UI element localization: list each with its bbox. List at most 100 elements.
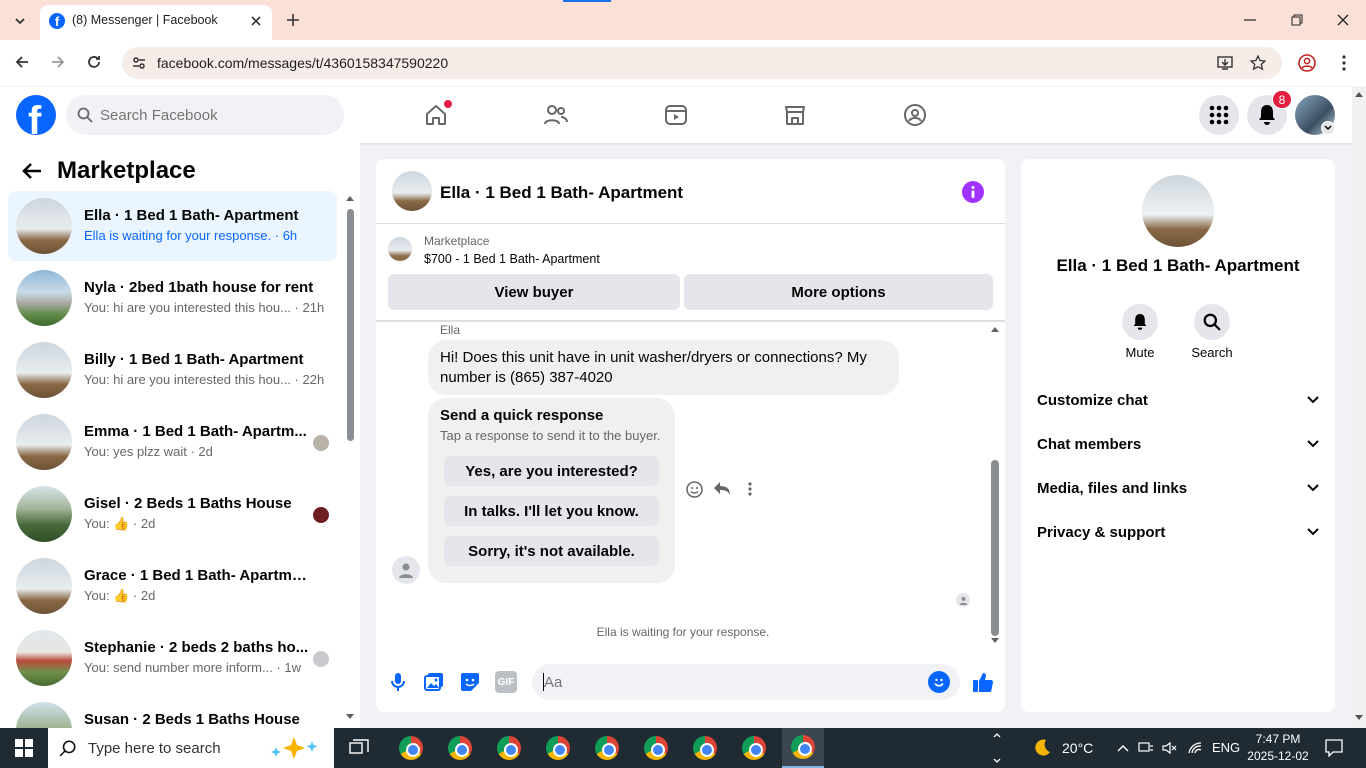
conversation-item[interactable]: Susan · 2 Beds 1 Baths House — [8, 695, 337, 728]
voice-clip-icon[interactable] — [388, 670, 408, 694]
chrome-app-icon[interactable] — [684, 728, 726, 768]
conversation-item[interactable]: Emma · 1 Bed 1 Bath- Apartm... You: yes … — [8, 407, 337, 477]
bookmark-star-icon[interactable] — [1247, 52, 1269, 74]
account-chevron-icon[interactable] — [1321, 121, 1335, 135]
message-composer[interactable] — [532, 664, 960, 700]
taskbar-search-box[interactable]: Type here to search — [48, 728, 334, 768]
tab-indicator — [563, 0, 611, 2]
minimize-icon[interactable] — [1236, 8, 1264, 32]
quick-response-option[interactable]: Sorry, it's not available. — [444, 536, 659, 566]
clock-time[interactable]: 7:47 PM — [1246, 732, 1310, 746]
clock-date[interactable]: 2025-12-02 — [1246, 749, 1310, 763]
volume-muted-icon[interactable] — [1161, 738, 1179, 758]
messages-scrollbar[interactable] — [989, 324, 1001, 649]
privacy-support-section[interactable]: Privacy & support — [1037, 510, 1319, 554]
like-thumb-icon[interactable] — [971, 669, 995, 695]
task-view-icon[interactable] — [346, 736, 372, 760]
restore-icon[interactable] — [1283, 8, 1311, 32]
nav-marketplace-icon[interactable] — [780, 100, 810, 130]
sticker-icon[interactable] — [459, 670, 481, 694]
input-language[interactable]: ENG — [1212, 740, 1240, 755]
chrome-app-icon[interactable] — [488, 728, 530, 768]
chat-members-section[interactable]: Chat members — [1037, 422, 1319, 466]
quick-response-option[interactable]: In talks. I'll let you know. — [444, 496, 659, 526]
weather-moon-icon[interactable] — [1030, 736, 1054, 760]
menu-grid-icon[interactable] — [1199, 95, 1239, 135]
chrome-app-icon[interactable] — [733, 728, 775, 768]
conversation-item[interactable]: Grace · 1 Bed 1 Bath- Apartment You: 👍 ·… — [8, 551, 337, 621]
nav-friends-icon[interactable] — [541, 100, 571, 130]
incoming-message[interactable]: Hi! Does this unit have in unit washer/d… — [428, 340, 899, 395]
profile-icon[interactable] — [1296, 52, 1318, 74]
chrome-app-icon-active[interactable] — [782, 728, 824, 768]
conversation-item[interactable]: Billy · 1 Bed 1 Bath- Apartment You: hi … — [8, 335, 337, 405]
new-tab-icon[interactable] — [281, 8, 305, 32]
install-app-icon[interactable] — [1214, 52, 1236, 74]
conversation-avatar — [16, 342, 72, 398]
temperature-text[interactable]: 20°C — [1062, 740, 1093, 756]
scrollbar-thumb[interactable] — [991, 460, 999, 636]
facebook-logo-icon[interactable]: f — [16, 95, 56, 135]
waiting-status: Ella is waiting for your response. — [596, 625, 770, 639]
nav-home-icon[interactable] — [421, 100, 452, 130]
tab-close-icon[interactable] — [246, 11, 266, 31]
back-arrow-icon[interactable] — [20, 159, 44, 183]
chat-title[interactable]: Ella · 1 Bed 1 Bath- Apartment — [440, 183, 683, 203]
conversation-avatar — [16, 486, 72, 542]
reload-icon[interactable] — [82, 50, 106, 74]
conversation-item[interactable]: Ella · 1 Bed 1 Bath- Apartment Ella is w… — [8, 191, 337, 261]
conversation-name: Grace · 1 Bed 1 Bath- Apartment — [84, 567, 314, 584]
wifi-icon[interactable] — [1186, 738, 1204, 758]
conversation-item[interactable]: Gisel · 2 Beds 1 Baths House You: 👍 · 2d — [8, 479, 337, 549]
listing-description[interactable]: $700 - 1 Bed 1 Bath- Apartment — [424, 252, 600, 266]
facebook-search-input[interactable] — [100, 104, 330, 126]
chrome-app-icon[interactable] — [390, 728, 432, 768]
search-in-chat-icon[interactable] — [1194, 304, 1230, 340]
forward-icon[interactable] — [46, 50, 70, 74]
mute-bell-icon[interactable] — [1122, 304, 1158, 340]
browser-menu-icon[interactable] — [1333, 52, 1355, 74]
back-icon[interactable] — [10, 50, 34, 74]
more-options-button[interactable]: More options — [684, 274, 993, 310]
chrome-app-icon[interactable] — [537, 728, 579, 768]
nav-video-icon[interactable] — [661, 100, 691, 130]
customize-chat-section[interactable]: Customize chat — [1037, 378, 1319, 422]
more-actions-icon[interactable] — [740, 479, 760, 499]
windows-start-icon[interactable] — [0, 728, 48, 768]
chat-info-icon[interactable] — [962, 181, 984, 203]
site-info-icon[interactable] — [128, 52, 150, 74]
sender-name: Ella — [440, 323, 461, 337]
conversation-item[interactable]: Stephanie · 2 beds 2 baths ho... You: se… — [8, 623, 337, 693]
taskbar-search-placeholder: Type here to search — [88, 740, 221, 757]
media-files-links-section[interactable]: Media, files and links — [1037, 466, 1319, 510]
quick-response-option[interactable]: Yes, are you interested? — [444, 456, 659, 486]
tab-search-icon[interactable] — [8, 9, 32, 33]
address-bar[interactable]: facebook.com/messages/t/4360158347590220 — [122, 47, 1282, 79]
conversation-item[interactable]: Nyla · 2bed 1bath house for rent You: hi… — [8, 263, 337, 333]
section-label: Customize chat — [1037, 391, 1148, 409]
browser-tab-active[interactable]: f (8) Messenger | Facebook — [40, 5, 272, 40]
attach-photo-icon[interactable] — [423, 670, 445, 694]
show-hidden-icons-icon[interactable] — [1114, 738, 1132, 758]
network-status-icon[interactable] — [1137, 738, 1155, 758]
chrome-app-icon[interactable] — [635, 728, 677, 768]
reply-icon[interactable] — [712, 479, 732, 499]
scrollbar-thumb[interactable] — [347, 209, 354, 441]
notification-center-icon[interactable] — [1322, 736, 1346, 760]
nav-groups-icon[interactable] — [900, 100, 930, 130]
close-window-icon[interactable] — [1329, 8, 1357, 32]
chevron-down-icon — [1307, 440, 1319, 448]
chrome-app-icon[interactable] — [586, 728, 628, 768]
message-input[interactable] — [544, 671, 914, 693]
view-buyer-button[interactable]: View buyer — [388, 274, 680, 310]
react-emoji-icon[interactable] — [684, 479, 704, 499]
conversation-preview: You: hi are you interested this hou... ·… — [84, 372, 325, 387]
facebook-search-box[interactable] — [66, 95, 344, 135]
chat-avatar[interactable] — [392, 171, 432, 211]
gif-icon[interactable]: GIF — [495, 671, 517, 693]
chrome-app-icon[interactable] — [439, 728, 481, 768]
emoji-picker-icon[interactable] — [928, 671, 950, 693]
page-scrollbar[interactable] — [1352, 87, 1366, 728]
conversations-scrollbar[interactable] — [344, 195, 356, 722]
taskbar-scroll-arrows[interactable] — [990, 728, 1004, 768]
